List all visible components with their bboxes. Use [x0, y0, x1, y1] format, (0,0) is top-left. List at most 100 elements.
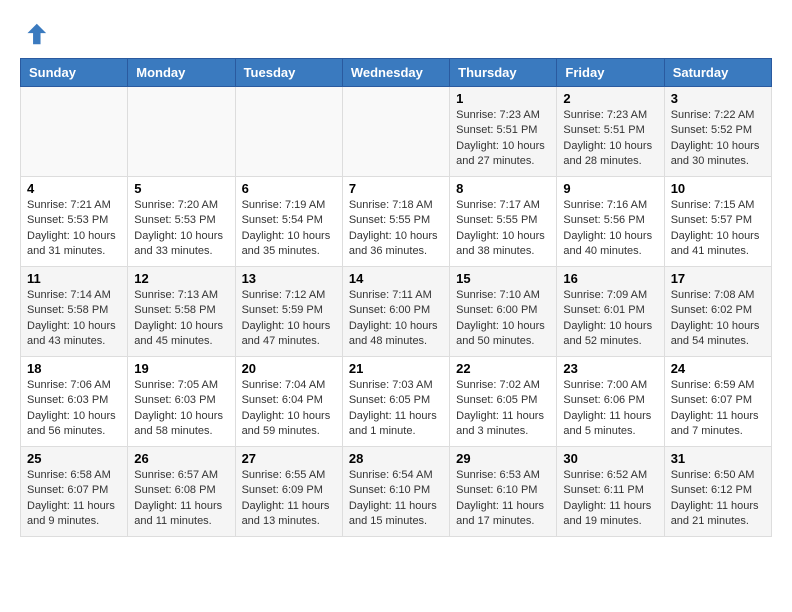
calendar-cell: 1 Sunrise: 7:23 AM Sunset: 5:51 PM Daylig…	[450, 87, 557, 177]
day-number: 14	[349, 271, 443, 286]
day-info: Sunrise: 7:00 AM Sunset: 6:06 PM Dayligh…	[563, 378, 657, 440]
calendar-cell	[21, 87, 128, 177]
calendar-cell: 8Sunrise: 7:17 AM Sunset: 5:55 PM Daylig…	[450, 177, 557, 267]
calendar-cell: 18 Sunrise: 7:06 AM Sunset: 6:03 PM Dayli…	[21, 357, 128, 447]
calendar-cell: 3 Sunrise: 7:22 AM Sunset: 5:52 PM Daylig…	[664, 87, 771, 177]
calendar-cell: 20 Sunrise: 7:04 AM Sunset: 6:04 PM Dayli…	[235, 357, 342, 447]
calendar-cell: 14 Sunrise: 7:11 AM Sunset: 6:00 PM Dayli…	[342, 267, 449, 357]
day-number: 23	[563, 361, 657, 376]
day-number: 28	[349, 451, 443, 466]
day-info: Sunrise: 7:23 AM Sunset: 5:51 PM Dayligh…	[456, 108, 550, 170]
day-info: Sunrise: 7:15 AM Sunset: 5:57 PM Dayligh…	[671, 198, 765, 260]
calendar-week-4: 18 Sunrise: 7:06 AM Sunset: 6:03 PM Dayli…	[21, 357, 772, 447]
day-info: Sunrise: 7:14 AM Sunset: 5:58 PM Dayligh…	[27, 288, 121, 350]
calendar-cell: 26 Sunrise: 6:57 AM Sunset: 6:08 PM Dayli…	[128, 447, 235, 537]
day-number: 25	[27, 451, 121, 466]
day-info: Sunrise: 7:11 AM Sunset: 6:00 PM Dayligh…	[349, 288, 443, 350]
page-header	[20, 20, 772, 48]
column-header-tuesday: Tuesday	[235, 59, 342, 87]
day-info: Sunrise: 7:02 AM Sunset: 6:05 PM Dayligh…	[456, 378, 550, 440]
day-number: 1	[456, 91, 550, 106]
calendar-table: SundayMondayTuesdayWednesdayThursdayFrid…	[20, 58, 772, 537]
column-header-friday: Friday	[557, 59, 664, 87]
day-number: 19	[134, 361, 228, 376]
calendar-cell: 11 Sunrise: 7:14 AM Sunset: 5:58 PM Dayli…	[21, 267, 128, 357]
day-info: Sunrise: 6:53 AM Sunset: 6:10 PM Dayligh…	[456, 468, 550, 530]
calendar-cell: 5 Sunrise: 7:20 AM Sunset: 5:53 PM Daylig…	[128, 177, 235, 267]
calendar-cell: 17Sunrise: 7:08 AM Sunset: 6:02 PM Dayli…	[664, 267, 771, 357]
day-info: Sunrise: 7:21 AM Sunset: 5:53 PM Dayligh…	[27, 198, 121, 260]
calendar-cell: 23 Sunrise: 7:00 AM Sunset: 6:06 PM Dayli…	[557, 357, 664, 447]
day-number: 15	[456, 271, 550, 286]
day-info: Sunrise: 6:59 AM Sunset: 6:07 PM Dayligh…	[671, 378, 765, 440]
calendar-cell: 31 Sunrise: 6:50 AM Sunset: 6:12 PM Dayli…	[664, 447, 771, 537]
day-number: 5	[134, 181, 228, 196]
calendar-cell: 15 Sunrise: 7:10 AM Sunset: 6:00 PM Dayli…	[450, 267, 557, 357]
day-number: 24	[671, 361, 765, 376]
day-number: 8	[456, 181, 550, 196]
calendar-cell: 16Sunrise: 7:09 AM Sunset: 6:01 PM Dayli…	[557, 267, 664, 357]
day-number: 3	[671, 91, 765, 106]
day-info: Sunrise: 7:04 AM Sunset: 6:04 PM Dayligh…	[242, 378, 336, 440]
calendar-week-5: 25 Sunrise: 6:58 AM Sunset: 6:07 PM Dayli…	[21, 447, 772, 537]
day-number: 18	[27, 361, 121, 376]
logo-icon	[20, 20, 48, 48]
calendar-cell: 21 Sunrise: 7:03 AM Sunset: 6:05 PM Dayli…	[342, 357, 449, 447]
day-info: Sunrise: 7:22 AM Sunset: 5:52 PM Dayligh…	[671, 108, 765, 170]
logo	[20, 20, 52, 48]
calendar-cell	[342, 87, 449, 177]
calendar-cell: 27Sunrise: 6:55 AM Sunset: 6:09 PM Dayli…	[235, 447, 342, 537]
column-header-thursday: Thursday	[450, 59, 557, 87]
calendar-cell: 29 Sunrise: 6:53 AM Sunset: 6:10 PM Dayli…	[450, 447, 557, 537]
day-info: Sunrise: 7:19 AM Sunset: 5:54 PM Dayligh…	[242, 198, 336, 260]
day-info: Sunrise: 6:54 AM Sunset: 6:10 PM Dayligh…	[349, 468, 443, 530]
calendar-cell: 4 Sunrise: 7:21 AM Sunset: 5:53 PM Daylig…	[21, 177, 128, 267]
day-number: 9	[563, 181, 657, 196]
day-info: Sunrise: 7:23 AM Sunset: 5:51 PM Dayligh…	[563, 108, 657, 170]
column-header-sunday: Sunday	[21, 59, 128, 87]
calendar-header-row: SundayMondayTuesdayWednesdayThursdayFrid…	[21, 59, 772, 87]
day-number: 10	[671, 181, 765, 196]
day-info: Sunrise: 7:09 AM Sunset: 6:01 PM Dayligh…	[563, 288, 657, 350]
day-number: 2	[563, 91, 657, 106]
calendar-cell: 25 Sunrise: 6:58 AM Sunset: 6:07 PM Dayli…	[21, 447, 128, 537]
calendar-cell: 7 Sunrise: 7:18 AM Sunset: 5:55 PM Daylig…	[342, 177, 449, 267]
day-number: 7	[349, 181, 443, 196]
day-info: Sunrise: 7:03 AM Sunset: 6:05 PM Dayligh…	[349, 378, 443, 440]
calendar-cell: 13 Sunrise: 7:12 AM Sunset: 5:59 PM Dayli…	[235, 267, 342, 357]
day-number: 20	[242, 361, 336, 376]
day-info: Sunrise: 7:06 AM Sunset: 6:03 PM Dayligh…	[27, 378, 121, 440]
day-info: Sunrise: 6:52 AM Sunset: 6:11 PM Dayligh…	[563, 468, 657, 530]
day-info: Sunrise: 7:12 AM Sunset: 5:59 PM Dayligh…	[242, 288, 336, 350]
day-info: Sunrise: 7:05 AM Sunset: 6:03 PM Dayligh…	[134, 378, 228, 440]
calendar-cell: 30Sunrise: 6:52 AM Sunset: 6:11 PM Dayli…	[557, 447, 664, 537]
calendar-cell	[235, 87, 342, 177]
day-number: 13	[242, 271, 336, 286]
day-number: 12	[134, 271, 228, 286]
day-info: Sunrise: 6:58 AM Sunset: 6:07 PM Dayligh…	[27, 468, 121, 530]
calendar-week-1: 1 Sunrise: 7:23 AM Sunset: 5:51 PM Daylig…	[21, 87, 772, 177]
calendar-cell: 24 Sunrise: 6:59 AM Sunset: 6:07 PM Dayli…	[664, 357, 771, 447]
day-info: Sunrise: 7:18 AM Sunset: 5:55 PM Dayligh…	[349, 198, 443, 260]
day-number: 11	[27, 271, 121, 286]
day-number: 31	[671, 451, 765, 466]
day-number: 27	[242, 451, 336, 466]
day-number: 4	[27, 181, 121, 196]
calendar-cell	[128, 87, 235, 177]
day-info: Sunrise: 7:13 AM Sunset: 5:58 PM Dayligh…	[134, 288, 228, 350]
day-info: Sunrise: 7:10 AM Sunset: 6:00 PM Dayligh…	[456, 288, 550, 350]
calendar-cell: 12 Sunrise: 7:13 AM Sunset: 5:58 PM Dayli…	[128, 267, 235, 357]
day-info: Sunrise: 6:50 AM Sunset: 6:12 PM Dayligh…	[671, 468, 765, 530]
calendar-cell: 9Sunrise: 7:16 AM Sunset: 5:56 PM Daylig…	[557, 177, 664, 267]
day-number: 21	[349, 361, 443, 376]
calendar-cell: 10 Sunrise: 7:15 AM Sunset: 5:57 PM Dayli…	[664, 177, 771, 267]
calendar-cell: 6 Sunrise: 7:19 AM Sunset: 5:54 PM Daylig…	[235, 177, 342, 267]
day-number: 6	[242, 181, 336, 196]
day-info: Sunrise: 7:08 AM Sunset: 6:02 PM Dayligh…	[671, 288, 765, 350]
day-number: 22	[456, 361, 550, 376]
day-info: Sunrise: 7:20 AM Sunset: 5:53 PM Dayligh…	[134, 198, 228, 260]
day-number: 29	[456, 451, 550, 466]
day-info: Sunrise: 6:57 AM Sunset: 6:08 PM Dayligh…	[134, 468, 228, 530]
calendar-cell: 28 Sunrise: 6:54 AM Sunset: 6:10 PM Dayli…	[342, 447, 449, 537]
day-number: 26	[134, 451, 228, 466]
